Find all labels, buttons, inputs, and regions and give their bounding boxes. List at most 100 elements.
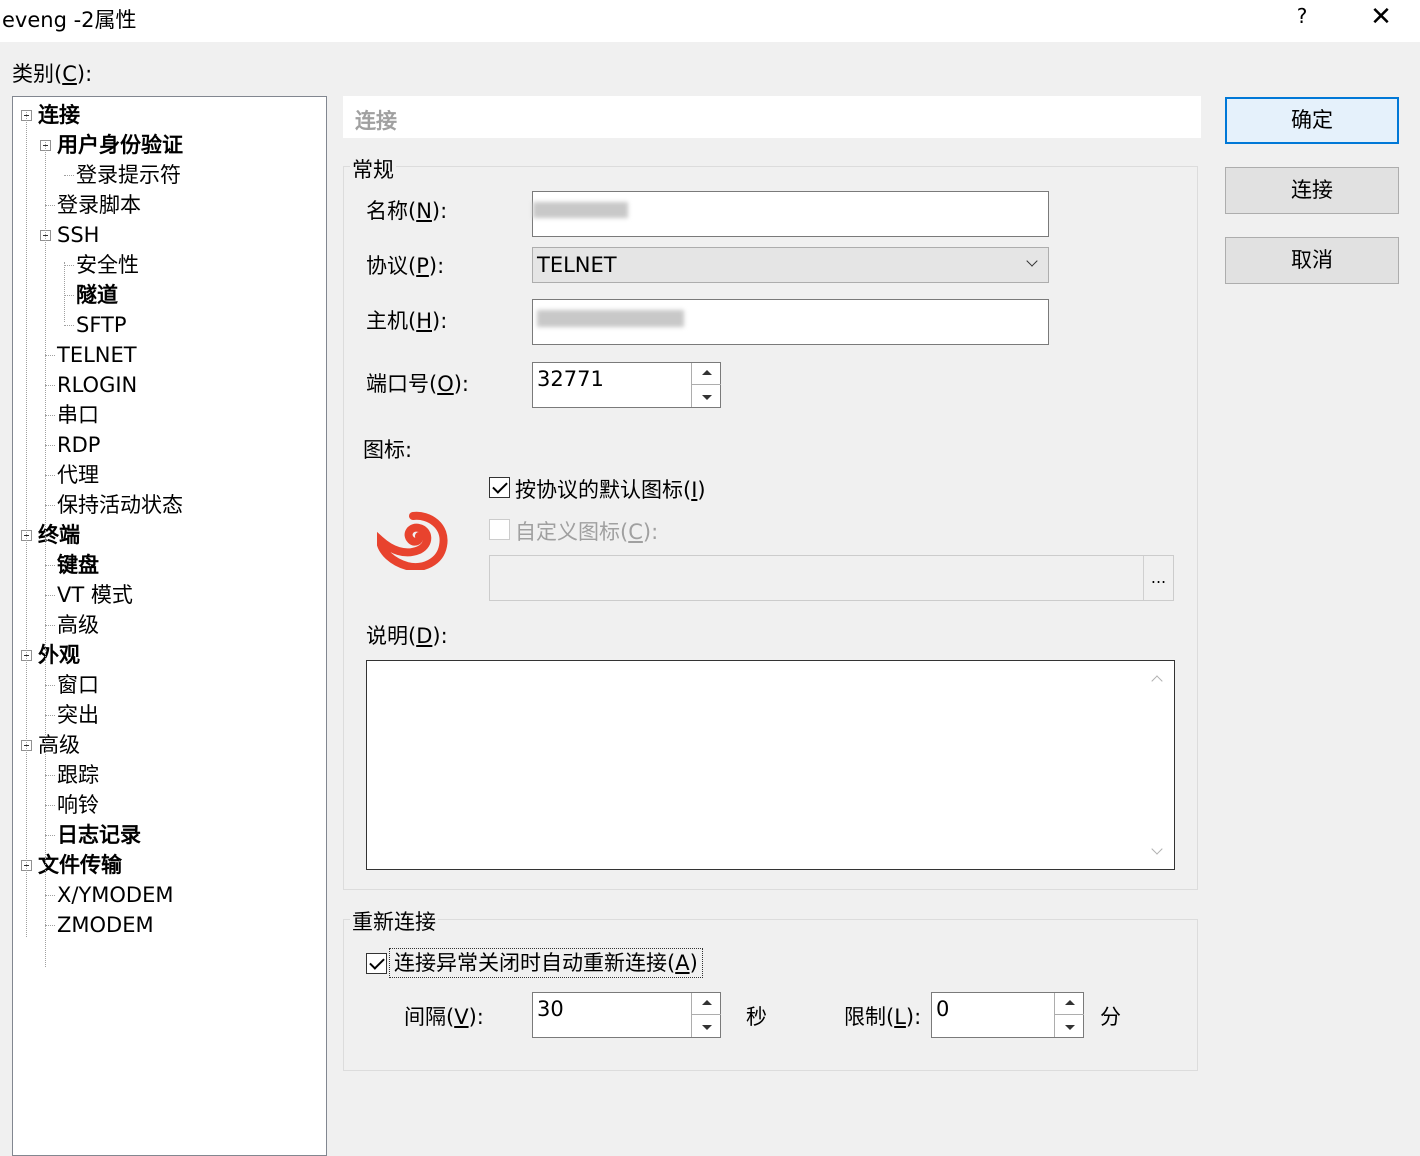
tree-item[interactable]: 窗口 <box>57 670 99 700</box>
default-icon-label: 按协议的默认图标(I) <box>515 478 706 502</box>
limit-spin <box>1054 993 1084 1037</box>
tree-item[interactable]: 用户身份验证 <box>57 130 183 160</box>
category-label: 类别(C): <box>12 62 93 86</box>
tree-connector <box>45 595 55 596</box>
ok-button[interactable]: 确定 <box>1225 97 1399 144</box>
tree-item[interactable]: X/YMODEM <box>57 880 174 910</box>
tree-item[interactable]: 串口 <box>57 400 99 430</box>
tree-connector <box>64 295 74 296</box>
close-button[interactable]: ✕ <box>1366 2 1396 32</box>
scroll-down-icon[interactable] <box>1151 843 1163 855</box>
tree-item[interactable]: 登录脚本 <box>57 190 141 220</box>
scroll-up-icon[interactable] <box>1151 675 1163 687</box>
tree-item[interactable]: 安全性 <box>76 250 139 280</box>
tree-item[interactable]: 跟踪 <box>57 760 99 790</box>
tree-item[interactable]: 键盘 <box>57 550 99 580</box>
tree-guide-line <box>45 142 46 967</box>
tree-item[interactable]: 响铃 <box>57 790 99 820</box>
tree-connector <box>45 715 55 716</box>
tree-connector <box>45 835 55 836</box>
host-field[interactable] <box>532 299 1049 345</box>
tree-connector <box>45 355 55 356</box>
browse-button[interactable]: ... <box>1143 556 1173 600</box>
port-label: 端口号(O): <box>366 372 470 396</box>
interval-up-arrow-icon[interactable] <box>692 993 721 1015</box>
interval-value: 30 <box>537 997 564 1021</box>
tree-item[interactable]: 突出 <box>57 700 99 730</box>
tree-item[interactable]: SFTP <box>76 310 127 340</box>
name-label: 名称(N): <box>366 199 448 223</box>
tree-connector <box>45 445 55 446</box>
auto-reconnect-checkbox[interactable] <box>366 953 387 974</box>
tree-item[interactable]: VT 模式 <box>57 580 133 610</box>
port-down-arrow-icon[interactable] <box>692 385 721 407</box>
tree-connector <box>64 265 74 266</box>
protocol-value: TELNET <box>537 253 617 277</box>
default-icon-checkbox[interactable] <box>489 477 510 498</box>
help-button[interactable]: ? <box>1288 4 1316 32</box>
tree-item[interactable]: SSH <box>57 220 99 250</box>
limit-value: 0 <box>936 997 950 1021</box>
port-up-arrow-icon[interactable] <box>692 363 721 385</box>
description-textarea[interactable] <box>366 660 1175 870</box>
cancel-button[interactable]: 取消 <box>1225 237 1399 284</box>
tree-connector <box>45 505 55 506</box>
tree-item[interactable]: 代理 <box>57 460 99 490</box>
title-bar: eveng -2属性 ? ✕ <box>0 0 1420 42</box>
tree-connector <box>45 475 55 476</box>
tree-item[interactable]: 连接 <box>38 100 80 130</box>
limit-label: 限制(L): <box>844 1005 922 1029</box>
name-field[interactable] <box>532 191 1049 237</box>
tree-connector <box>45 925 55 926</box>
protocol-select[interactable]: TELNET <box>532 247 1049 283</box>
tree-connector <box>64 175 74 176</box>
reconnect-group-title: 重新连接 <box>350 906 438 936</box>
tree-connector <box>45 685 55 686</box>
section-header: 连接 <box>343 96 1201 138</box>
interval-unit: 秒 <box>746 1005 767 1029</box>
tree-item[interactable]: 登录提示符 <box>76 160 181 190</box>
tree-item[interactable]: 高级 <box>57 610 99 640</box>
auto-reconnect-label: 连接异常关闭时自动重新连接(A) <box>389 948 703 978</box>
general-group-title: 常规 <box>350 154 396 184</box>
host-redacted <box>537 310 684 327</box>
tree-item[interactable]: RLOGIN <box>57 370 137 400</box>
telnet-shell-icon <box>375 510 449 571</box>
description-label: 说明(D): <box>366 624 448 648</box>
custom-icon-label: 自定义图标(C): <box>515 520 659 544</box>
tree-connector <box>45 775 55 776</box>
host-label: 主机(H): <box>366 309 448 333</box>
tree-connector <box>45 415 55 416</box>
interval-label: 间隔(V): <box>404 1005 484 1029</box>
limit-down-arrow-icon[interactable] <box>1055 1015 1084 1037</box>
chevron-down-icon <box>1026 255 1038 267</box>
tree-guide-line <box>26 112 27 937</box>
interval-spin <box>691 993 721 1037</box>
interval-stepper[interactable]: 30 <box>532 992 721 1038</box>
custom-icon-checkbox[interactable] <box>489 519 510 540</box>
connect-button[interactable]: 连接 <box>1225 167 1399 214</box>
tree-connector <box>45 625 55 626</box>
port-stepper[interactable]: 32771 <box>532 362 721 408</box>
tree-connector <box>45 385 55 386</box>
tree-connector <box>45 565 55 566</box>
limit-up-arrow-icon[interactable] <box>1055 993 1084 1015</box>
tree-item[interactable]: 日志记录 <box>57 820 141 850</box>
protocol-label: 协议(P): <box>366 254 445 278</box>
category-tree[interactable]: 连接 用户身份验证 登录提示符 登录脚本 SSH 安全性 隧道 SFTP TELNET RLOGI… <box>12 96 327 1156</box>
tree-item[interactable]: 文件传输 <box>38 850 122 880</box>
tree-item[interactable]: 隧道 <box>76 280 118 310</box>
custom-icon-path-field: ... <box>489 555 1174 601</box>
tree-item[interactable]: 保持活动状态 <box>57 490 183 520</box>
window-title: eveng -2属性 <box>2 8 137 32</box>
port-spin <box>691 363 721 407</box>
tree-item[interactable]: TELNET <box>57 340 137 370</box>
name-redacted <box>533 202 628 218</box>
limit-unit: 分 <box>1100 1005 1121 1029</box>
tree-connector <box>45 895 55 896</box>
limit-stepper[interactable]: 0 <box>931 992 1084 1038</box>
tree-item[interactable]: ZMODEM <box>57 910 154 940</box>
tree-connector <box>64 325 74 326</box>
interval-down-arrow-icon[interactable] <box>692 1015 721 1037</box>
tree-item[interactable]: RDP <box>57 430 100 460</box>
